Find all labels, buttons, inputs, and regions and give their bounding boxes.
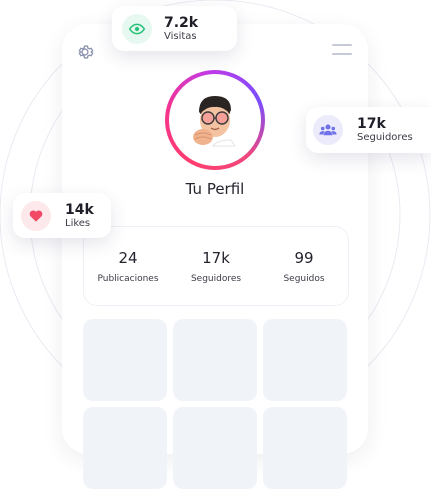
followers-badge: 17k Seguidores — [306, 107, 431, 153]
menu-icon[interactable] — [332, 44, 352, 55]
phone-frame: Tu Perfil 24 Publicaciones 17k Seguidore… — [62, 24, 368, 489]
visits-badge: 7.2k Visitas — [112, 6, 237, 51]
profile-name: Tu Perfil — [185, 180, 245, 198]
stat-seguidos[interactable]: 99 Seguidos — [260, 227, 348, 305]
stats-card: 24 Publicaciones 17k Seguidores 99 Segui… — [83, 226, 349, 306]
likes-value: 14k — [65, 201, 94, 218]
post-thumbnail[interactable] — [263, 319, 347, 401]
users-icon — [313, 115, 343, 145]
stat-label: Seguidos — [283, 274, 325, 284]
stat-value: 17k — [202, 249, 230, 267]
likes-badge: 14k Likes — [13, 193, 111, 238]
post-thumbnail[interactable] — [173, 407, 257, 489]
stat-value: 24 — [118, 249, 138, 267]
post-thumbnail[interactable] — [83, 407, 167, 489]
visits-value: 7.2k — [164, 14, 199, 31]
avatar[interactable] — [165, 70, 265, 170]
followers-value: 17k — [357, 116, 386, 132]
stat-label: Publicaciones — [97, 274, 159, 284]
stat-value: 99 — [294, 249, 314, 267]
post-thumbnail[interactable] — [83, 319, 167, 401]
memoji-avatar-icon — [193, 96, 236, 147]
gear-icon[interactable] — [75, 42, 95, 62]
followers-label: Seguidores — [357, 132, 413, 143]
likes-label: Likes — [65, 217, 91, 229]
stat-label: Seguidores — [190, 274, 242, 284]
post-thumbnail[interactable] — [263, 407, 347, 489]
stat-publicaciones[interactable]: 24 Publicaciones — [84, 227, 172, 305]
heart-icon — [21, 200, 51, 231]
visits-label: Visitas — [164, 30, 197, 42]
eye-icon — [122, 13, 152, 44]
stat-seguidores[interactable]: 17k Seguidores — [172, 227, 260, 305]
post-thumbnail[interactable] — [173, 319, 257, 401]
